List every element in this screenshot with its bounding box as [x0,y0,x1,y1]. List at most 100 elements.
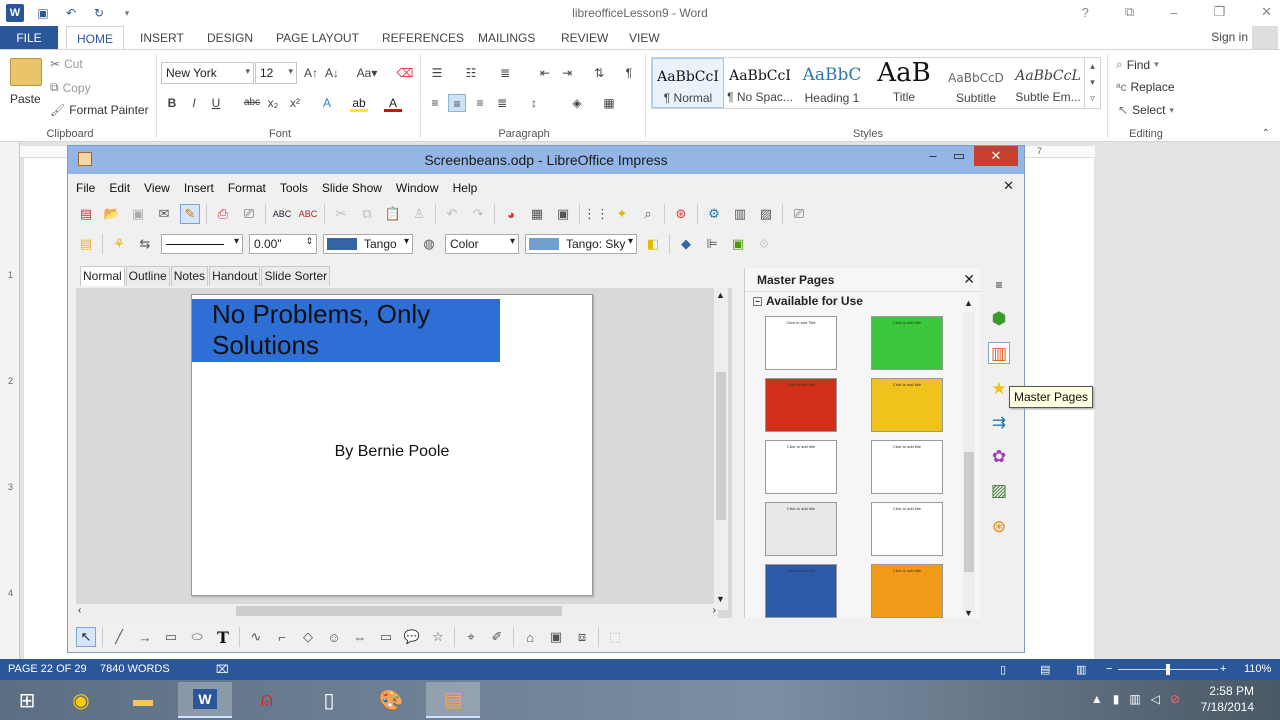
print-layout-icon[interactable]: ▤ [1040,663,1050,676]
vertical-scrollbar[interactable]: ▲ ▼ [714,288,728,610]
style-subtle-emphasis[interactable]: AaBbCcL Subtle Em... [1012,58,1084,108]
callouts-icon[interactable]: 💬 [402,627,422,647]
borders-icon[interactable]: ▦ [600,94,618,112]
master-thumbnail[interactable]: Click to add title [871,440,943,494]
master-thumbnail[interactable]: Click to add title [871,502,943,556]
new-slide-icon[interactable]: ▨ [756,204,776,224]
line-icon[interactable]: ⚘ [109,234,129,254]
find-button[interactable]: ⌕ Find ▾ [1116,57,1159,72]
zoom-in-icon[interactable]: + [1220,663,1226,675]
avatar[interactable] [1252,26,1278,50]
custom-animation-icon[interactable]: ⇉ [988,412,1010,434]
line-color-select[interactable]: Tango ▾ [323,234,413,254]
lo-maximize-button[interactable]: ▭ [948,148,970,164]
slide-title-box[interactable]: No Problems, Only Solutions [192,299,500,362]
line-tool-icon[interactable]: ╱ [109,627,129,647]
lo-close-button[interactable]: ✕ [974,146,1018,166]
network-icon[interactable]: ▥ [1129,692,1140,706]
line-spacing-icon[interactable]: ↕ [525,94,543,112]
ellipse-tool-icon[interactable]: ⬭ [187,627,207,647]
paint-icon[interactable]: 🎨 [364,682,418,718]
word-count[interactable]: 7840 WORDS [100,663,170,675]
zoom-slider[interactable] [1166,664,1170,675]
tab-home[interactable]: HOME [66,26,124,50]
glue-points-icon[interactable]: ✐ [487,627,507,647]
lo-minimize-button[interactable]: – [922,148,944,163]
show-marks-icon[interactable]: ¶ [620,64,638,82]
minimize-button[interactable]: – [1170,5,1177,20]
area-icon[interactable]: ◍ [419,234,439,254]
stars-icon[interactable]: ☆ [428,627,448,647]
menu-file[interactable]: File [76,181,95,195]
group-icon[interactable]: ▣ [728,234,748,254]
undo-icon[interactable]: ↶ [442,204,462,224]
save-icon[interactable]: ▣ [128,204,148,224]
menu-insert[interactable]: Insert [184,181,214,195]
table-icon[interactable]: ▦ [527,204,547,224]
slide-layouts-icon[interactable]: ▥ [988,342,1010,364]
word-taskbar-icon[interactable]: W [178,682,232,718]
web-layout-icon[interactable]: ▥ [1076,663,1086,676]
edit-file-icon[interactable]: ✎ [180,204,200,224]
style-title[interactable]: AaB Title [868,58,940,108]
master-thumbnail[interactable]: Click to add title [765,502,837,556]
fill-type-select[interactable]: Color ▾ [445,234,519,254]
shading-icon[interactable]: ◈ [568,94,586,112]
redo-icon[interactable]: ↷ [468,204,488,224]
master-thumbnail[interactable]: Click to add Title [765,316,837,370]
clone-formatting-icon[interactable]: ♙ [409,204,429,224]
sort-icon[interactable]: ⇅ [590,64,608,82]
text-tool-icon[interactable]: T [213,627,233,647]
slide-transition-icon[interactable]: ✿ [988,446,1010,468]
tab-file[interactable]: FILE [0,26,58,50]
tab-design[interactable]: DESIGN [207,26,253,50]
underline-icon[interactable]: U [207,94,225,112]
tab-references[interactable]: REFERENCES [382,26,464,50]
chrome-icon[interactable]: ◉ [54,682,108,718]
increase-indent-icon[interactable]: ⇥ [558,64,576,82]
menu-edit[interactable]: Edit [109,181,130,195]
autospellcheck-icon[interactable]: ABC [298,204,318,224]
copy-button[interactable]: ⧉ Copy [50,80,91,95]
strikethrough-icon[interactable]: abc [243,94,261,112]
connector-tool-icon[interactable]: ⌐ [272,627,292,647]
align-right-icon[interactable]: ≡ [471,94,489,112]
line-width-input[interactable]: 0.00" ⇕ [249,234,317,254]
shadow-icon[interactable]: ◧ [643,234,663,254]
email-icon[interactable]: ✉ [154,204,174,224]
copy-icon[interactable]: ⧉ [357,204,377,224]
font-color-icon[interactable]: A [384,94,402,112]
style-no-spacing[interactable]: AaBbCcI ¶ No Spac... [724,58,796,108]
impress-taskbar-icon[interactable]: ▤ [426,682,480,718]
arrange-icon[interactable]: ◆ [676,234,696,254]
tab-insert[interactable]: INSERT [140,26,184,50]
styles-scroll-icon[interactable]: ▴ ▾ ▿ [1084,58,1100,108]
font-name-select[interactable]: New York ▾ [161,62,254,84]
close-document-icon[interactable]: ✕ [1003,178,1014,194]
block-arrows-icon[interactable]: ⇔ [350,627,370,647]
symbol-shapes-icon[interactable]: ☺ [324,627,344,647]
style-subtitle[interactable]: AaBbCcD Subtitle [940,58,1012,108]
extrusion-icon[interactable]: ⬚ [605,627,625,647]
ribbon-display-icon[interactable]: ⧉ [1125,4,1134,20]
text-effects-icon[interactable]: A [318,94,336,112]
transitions-icon[interactable]: ⟐ [754,234,774,254]
insert-image-icon[interactable]: ▣ [546,627,566,647]
clear-formatting-icon[interactable]: ⌫ [396,64,414,82]
cut-button[interactable]: ✂ Cut [50,57,83,71]
multilevel-list-icon[interactable]: ≣ [496,64,514,82]
properties-icon[interactable]: ⬢ [988,308,1010,330]
font-size-select[interactable]: 12 ▾ [255,62,297,84]
arrow-style-icon[interactable]: ⇆ [135,234,155,254]
justify-icon[interactable]: ≣ [493,94,511,112]
tab-page-layout[interactable]: PAGE LAYOUT [276,26,359,50]
tab-mailings[interactable]: MAILINGS [478,26,535,50]
menu-slide-show[interactable]: Slide Show [322,181,382,195]
shrink-font-icon[interactable]: A↓ [323,64,341,82]
tab-review[interactable]: REVIEW [561,26,608,50]
fontwork-icon[interactable]: ⌂ [520,627,540,647]
print-icon[interactable]: ⎚ [239,204,259,224]
slide-canvas[interactable]: No Problems, Only Solutions By Bernie Po… [191,294,593,596]
acrobat-icon[interactable]: ⍝ [240,682,294,718]
help-icon[interactable]: ? [1082,5,1089,20]
